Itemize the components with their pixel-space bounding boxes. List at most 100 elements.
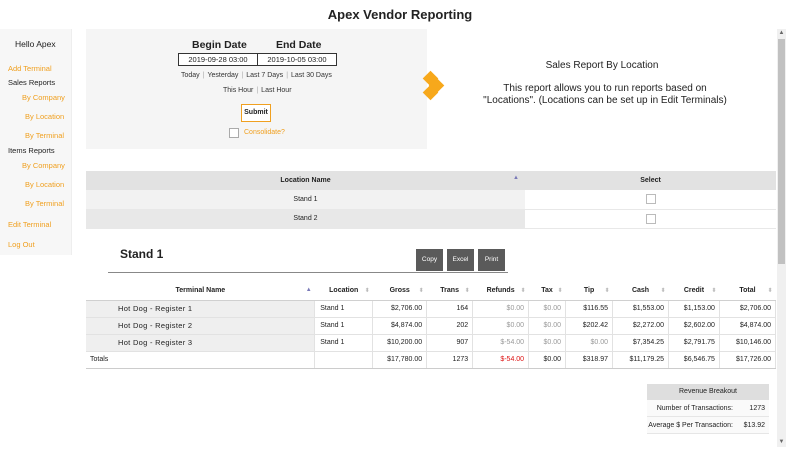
column-header[interactable]: Refunds ⬍ [472,282,529,301]
date-filter-panel: Begin Date End Date 2019-09-28 03:00 201… [86,29,427,149]
column-header[interactable]: Tax ⬍ [528,282,566,301]
sort-icon: ⬍ [711,288,717,294]
sidebar-item-sales-by-company[interactable]: By Company [22,93,65,102]
sidebar-item-items-by-company[interactable]: By Company [22,161,65,170]
column-header[interactable]: Gross ⬍ [372,282,427,301]
sort-icon: ⬍ [520,288,526,294]
transactions-label: Number of Transactions: [656,405,733,412]
terminal-name: Hot Dog - Register 2 [86,317,316,335]
scroll-thumb[interactable] [778,39,785,264]
quick-range-last-30-days[interactable]: Last 30 Days [291,72,332,79]
terminal-name: Hot Dog - Register 1 [86,300,316,318]
totals-label: Totals [86,351,316,369]
cell-credit: $6,546.75 [668,351,720,369]
cell-tip: $202.42 [565,317,614,335]
column-header[interactable]: Location ⬍ [314,282,373,301]
column-header[interactable]: Cash ⬍ [612,282,669,301]
quick-range-yesterday[interactable]: Yesterday [208,72,239,79]
cell-cash: $1,553.00 [612,300,669,318]
avg-per-transaction-line: Average $ Per Transaction: $13.92 [647,417,769,434]
location-name: Stand 1 [86,190,525,210]
table-row[interactable]: Hot Dog - Register 1 Stand 1 $2,706.00 1… [86,300,777,318]
greeting: Hello Apex [15,39,56,49]
avg-per-transaction-value: $13.92 [743,422,765,429]
cell-refunds: $0.00 [472,300,530,318]
sidebar-section-sales-reports: Sales Reports [8,78,56,87]
terminal-table: Terminal Name ▲ Location ⬍ Gross ⬍ Trans ⬍ R… [86,282,777,369]
sort-icon: ⬍ [660,288,666,294]
column-header[interactable]: Credit ⬍ [668,282,720,301]
sidebar-item-sales-by-location[interactable]: By Location [25,112,64,121]
cell-gross: $2,706.00 [372,300,428,318]
quick-range-last-hour[interactable]: Last Hour [261,87,291,94]
stand-title: Stand 1 [120,247,164,261]
excel-button[interactable]: Excel [447,249,474,271]
cell-credit: $2,791.75 [668,334,720,352]
location-row[interactable]: Stand 2 [86,209,776,229]
cell-tip: $318.97 [565,351,614,369]
location-select-checkbox[interactable] [645,194,656,205]
column-header[interactable]: Terminal Name ▲ [86,282,315,301]
cell-total: $17,726.00 [719,351,777,369]
column-header[interactable]: Trans ⬍ [426,282,473,301]
sidebar-item-items-by-terminal[interactable]: By Terminal [25,199,64,208]
app-title: Apex Vendor Reporting [327,7,473,22]
consolidate-checkbox[interactable] [229,128,239,138]
sidebar-item-items-by-location[interactable]: By Location [25,180,64,189]
sort-icon: ⬍ [604,288,610,294]
copy-button[interactable]: Copy [416,249,443,271]
column-header[interactable]: Tip ⬍ [565,282,613,301]
cell-credit: $2,602.00 [668,317,720,335]
page-scrollbar[interactable]: ▲ ▼ [777,29,786,447]
sidebar-section-items-reports: Items Reports [8,146,55,155]
terminal-name: Hot Dog - Register 3 [86,334,316,352]
cell-tax: $0.00 [528,317,567,335]
cell-trans: 907 [426,334,474,352]
location-name-header[interactable]: Location Name ▲ [86,171,525,190]
sort-icon: ⬍ [464,288,470,294]
sort-icon: ⬍ [364,288,370,294]
location-row[interactable]: Stand 1 [86,190,776,210]
cell-gross: $10,200.00 [372,334,428,352]
cell-cash: $2,272.00 [612,317,669,335]
location-name: Stand 2 [86,209,525,229]
scroll-down-icon[interactable]: ▼ [778,439,785,446]
location-select-checkbox[interactable] [645,213,656,224]
cell-tip: $0.00 [565,334,614,352]
table-row[interactable]: Hot Dog - Register 3 Stand 1 $10,200.00 … [86,334,777,352]
totals-row: Totals $17,780.00 1273 $-54.00 $0.00 $31… [86,351,777,369]
cell-tax: $0.00 [528,351,567,369]
column-header[interactable]: Total ⬍ [719,282,776,301]
locations-table: Location Name ▲ Select Stand 1 Stand 2 [86,171,776,229]
cell-credit: $1,153.00 [668,300,720,318]
cell-location [314,351,374,369]
quick-range-last-7-days[interactable]: Last 7 Days [246,72,283,79]
quick-range-row-2: This Hour | Last Hour [223,87,292,94]
table-row[interactable]: Hot Dog - Register 2 Stand 1 $4,874.00 2… [86,317,777,335]
end-date-input[interactable]: 2019-10-05 03:00 [257,53,337,66]
sidebar-item-edit-terminal[interactable]: Edit Terminal [8,220,51,229]
cell-gross: $17,780.00 [372,351,428,369]
terminal-table-header: Terminal Name ▲ Location ⬍ Gross ⬍ Trans ⬍ R… [86,282,776,301]
cell-location: Stand 1 [314,300,374,318]
quick-range-today[interactable]: Today [181,72,200,79]
cell-tax: $0.00 [528,334,567,352]
cell-location: Stand 1 [314,317,374,335]
sidebar-item-log-out[interactable]: Log Out [8,240,35,249]
sort-icon: ⬍ [557,288,563,294]
begin-date-input[interactable]: 2019-09-28 03:00 [178,53,258,66]
cell-cash: $11,179.25 [612,351,669,369]
sidebar-item-sales-by-terminal[interactable]: By Terminal [25,131,64,140]
begin-date-label: Begin Date [192,39,247,51]
sort-icon: ⬍ [418,288,424,294]
report-title: Sales Report By Location [545,60,659,71]
quick-range-row-1: Today | Yesterday | Last 7 Days | Last 30 Days [181,72,332,79]
submit-button[interactable]: Submit [241,104,271,122]
select-header: Select [525,171,776,190]
cell-refunds: $-54.00 [472,334,530,352]
sidebar-item-add-terminal[interactable]: Add Terminal [8,64,52,73]
scroll-up-icon[interactable]: ▲ [778,30,785,37]
quick-range-this-hour[interactable]: This Hour [223,87,253,94]
print-button[interactable]: Print [478,249,505,271]
cell-refunds: $0.00 [472,317,530,335]
